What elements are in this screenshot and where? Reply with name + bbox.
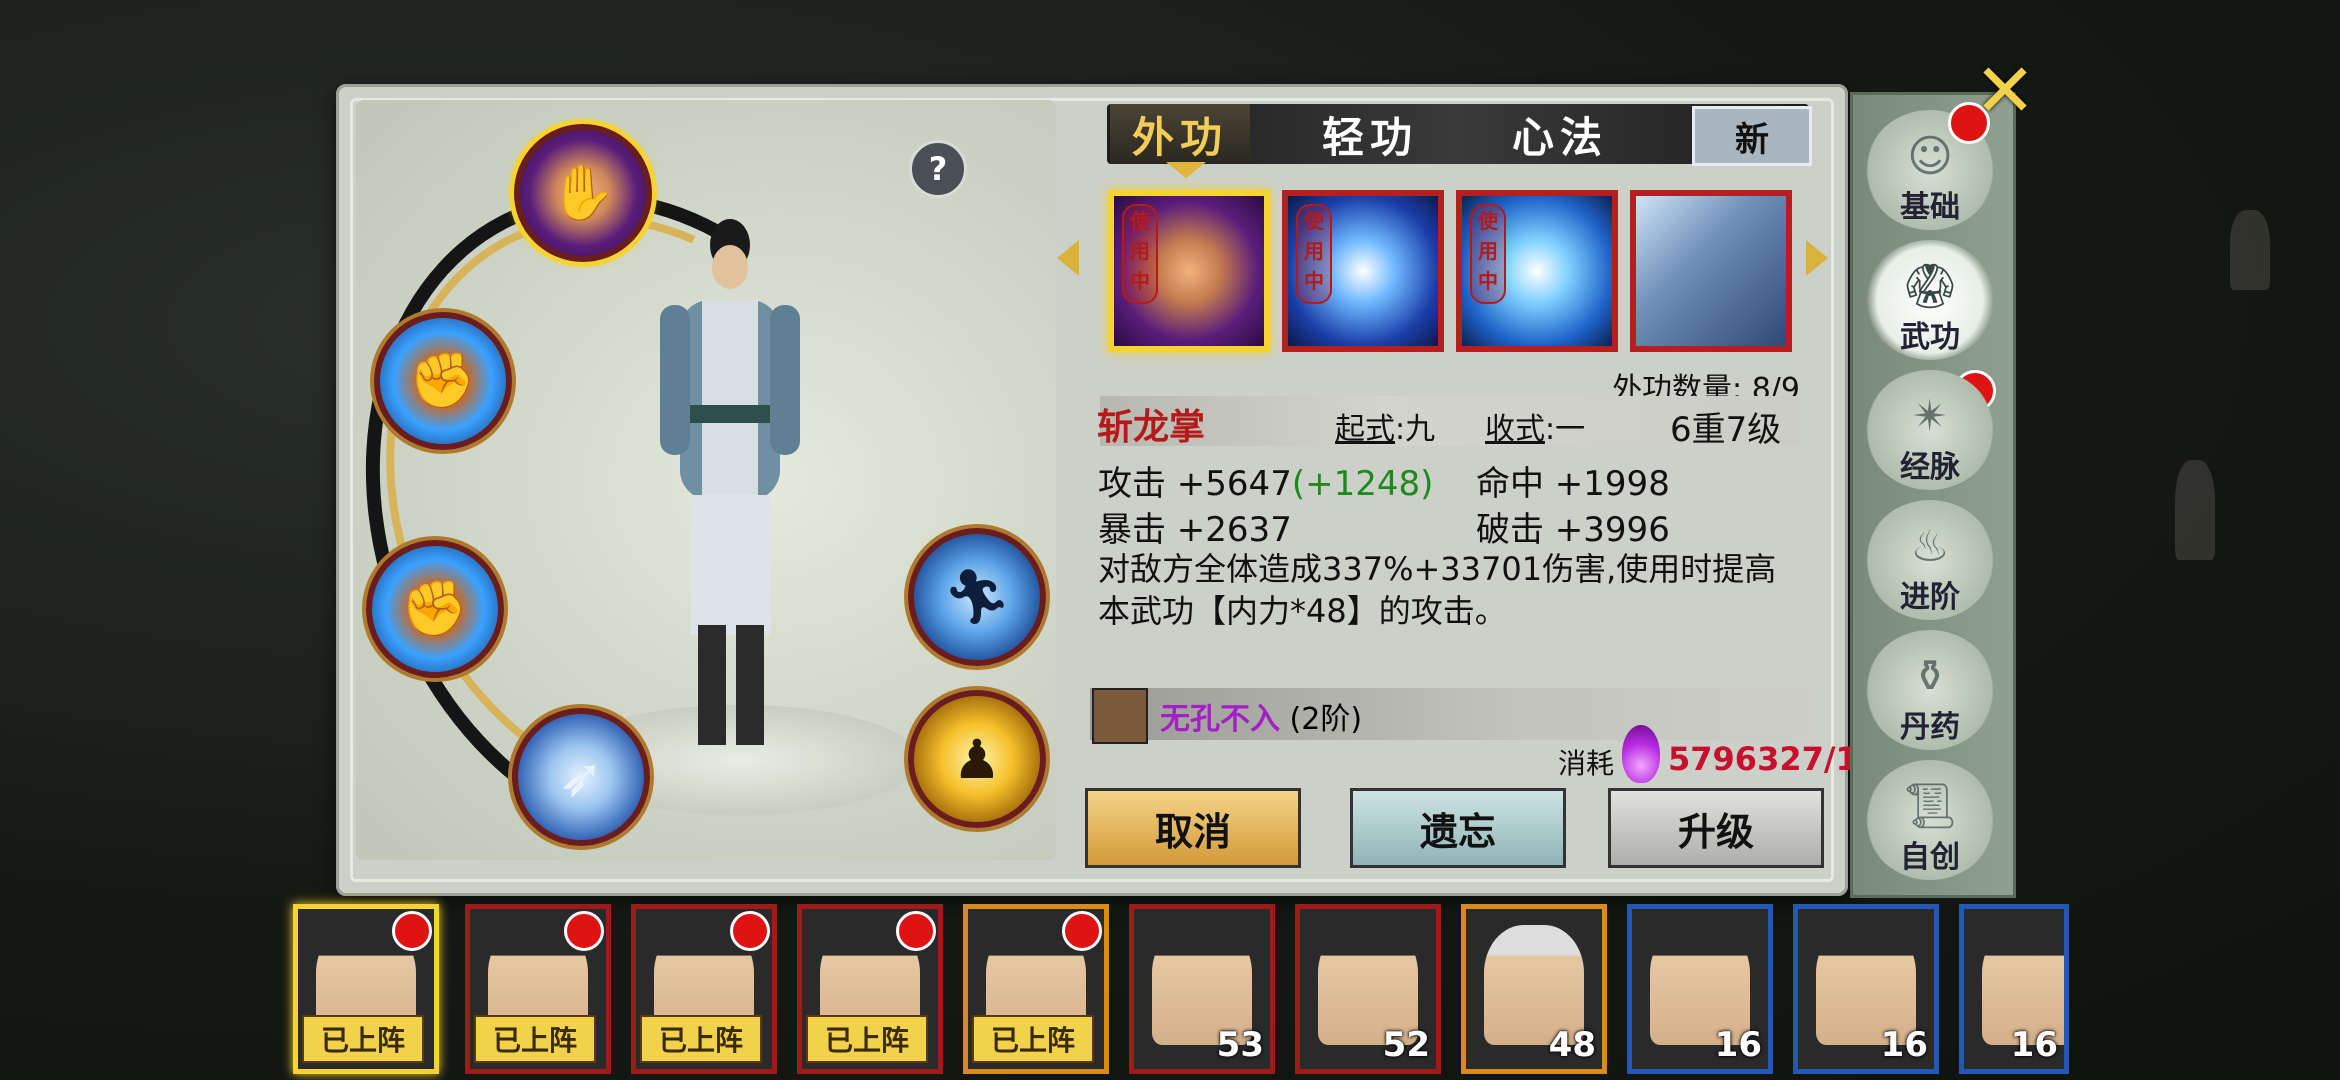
in-use-seal: 使用中 xyxy=(1122,204,1158,304)
nav-meridian[interactable]: ✴ 经脉 xyxy=(1865,370,1995,490)
new-button[interactable]: 新 xyxy=(1692,106,1812,166)
fist-icon: ✊ xyxy=(409,349,477,412)
fist-icon: ✊ xyxy=(401,577,469,640)
hero-card[interactable]: 52 xyxy=(1295,904,1441,1074)
equipped-skill-fist-1[interactable]: ✊ xyxy=(374,312,512,450)
stat-attack: 攻击 +5647(+1248) xyxy=(1098,464,1434,504)
background-npc xyxy=(2175,460,2215,560)
upgrade-button[interactable]: 升级 xyxy=(1608,788,1824,868)
skill-level: 6重7级 xyxy=(1670,410,1782,450)
hero-card[interactable]: 16 xyxy=(1793,904,1939,1074)
hero-card[interactable]: 48 xyxy=(1461,904,1607,1074)
hero-roster: 已上阵 已上阵 已上阵 已上阵 已上阵 53 52 48 16 16 16 xyxy=(285,904,2069,1074)
hero-card[interactable]: 16 xyxy=(1959,904,2069,1074)
character-model xyxy=(660,219,800,745)
equipped-skill-fist-2[interactable]: ✊ xyxy=(366,540,504,678)
hero-card[interactable]: 16 xyxy=(1627,904,1773,1074)
meditating-figure-icon: ♟ xyxy=(952,727,1002,791)
skill-name: 斩龙掌 xyxy=(1097,407,1206,448)
in-use-seal: 使用中 xyxy=(1296,204,1332,304)
tab-external[interactable]: 外功 xyxy=(1110,104,1250,164)
nav-pills[interactable]: ⚱ 丹药 xyxy=(1865,630,1995,750)
hero-card[interactable]: 已上阵 xyxy=(293,904,439,1074)
equipped-mental-skill[interactable]: ♟ xyxy=(908,690,1046,828)
equipped-lightness-skill[interactable]: 🏃︎ xyxy=(908,528,1046,666)
cancel-button[interactable]: 取消 xyxy=(1085,788,1301,868)
help-icon[interactable]: ? xyxy=(909,140,967,198)
innate-skill[interactable]: 无孔不入 (2阶) xyxy=(1160,694,1362,738)
tab-lightness[interactable]: 轻功 xyxy=(1300,104,1440,164)
tab-mental[interactable]: 心法 xyxy=(1490,104,1630,164)
hero-card[interactable]: 已上阵 xyxy=(631,904,777,1074)
forget-button[interactable]: 遗忘 xyxy=(1350,788,1566,868)
hero-card[interactable]: 已上阵 xyxy=(797,904,943,1074)
background-npc xyxy=(2230,210,2270,290)
martial-pose-icon: 🥋︎ xyxy=(1902,261,1958,312)
close-icon[interactable]: ✕ xyxy=(1970,48,2040,134)
gourd-icon: ⚱ xyxy=(1911,651,1949,702)
running-figure-icon: 🏃︎ xyxy=(942,565,1012,628)
stat-crit: 暴击 +2637 xyxy=(1098,510,1292,550)
nav-advance[interactable]: ♨ 进阶 xyxy=(1865,500,1995,620)
meridian-icon: ✴ xyxy=(1911,391,1949,442)
stat-pierce: 破击 +3996 xyxy=(1476,510,1670,550)
skill-slot[interactable]: 使用中 xyxy=(1108,190,1270,352)
skill-slot[interactable]: 使用中 xyxy=(1282,190,1444,352)
nav-martial[interactable]: 🥋︎ 武功 xyxy=(1865,240,1995,360)
in-use-seal: 使用中 xyxy=(1470,204,1506,304)
hero-card[interactable]: 已上阵 xyxy=(963,904,1109,1074)
skill-slot[interactable]: 使用中 xyxy=(1456,190,1618,352)
hero-card[interactable]: 53 xyxy=(1129,904,1275,1074)
scroll-left-arrow[interactable] xyxy=(1057,240,1079,276)
cost-label: 消耗 xyxy=(1558,747,1615,780)
person-icon: ☺ xyxy=(1907,131,1953,182)
tab-indicator xyxy=(1166,162,1206,178)
skill-slot-row: 使用中 使用中 使用中 xyxy=(1100,190,1820,356)
innate-portrait xyxy=(1092,688,1148,744)
purple-flame-icon xyxy=(1622,725,1660,783)
skill-slot[interactable] xyxy=(1630,190,1792,352)
skill-end-form: 收式:一 xyxy=(1485,412,1586,447)
hero-card[interactable]: 已上阵 xyxy=(465,904,611,1074)
scroll-icon: 📜︎ xyxy=(1902,781,1958,832)
flame-icon: ♨ xyxy=(1910,521,1950,572)
skill-start-form: 起式:九 xyxy=(1335,412,1436,447)
nav-create[interactable]: 📜︎ 自创 xyxy=(1865,760,1995,880)
skill-description: 对敌方全体造成337%+33701伤害,使用时提高本武功【内力*48】的攻击。 xyxy=(1098,550,1777,630)
stat-hit: 命中 +1998 xyxy=(1476,464,1670,504)
